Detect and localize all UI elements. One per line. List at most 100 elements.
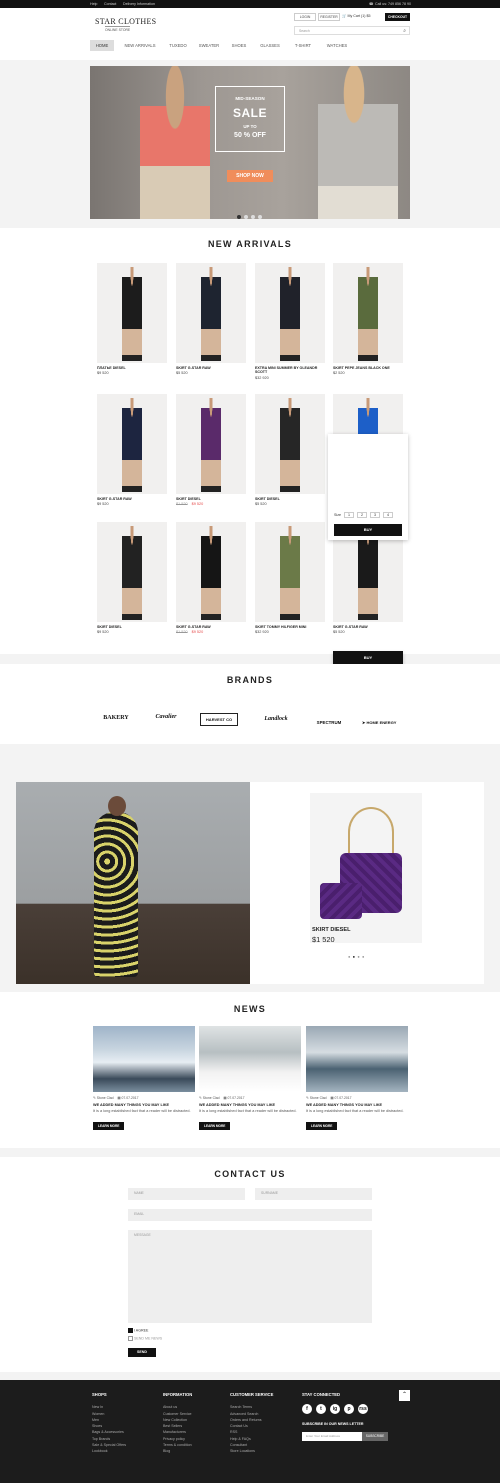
- rss-icon[interactable]: rss: [358, 1404, 368, 1415]
- footer-link[interactable]: Bags & Accessories: [92, 1429, 126, 1435]
- cart-link[interactable]: 🛒 My Cart (1) $5: [342, 14, 370, 18]
- name-field[interactable]: NAME: [128, 1188, 245, 1200]
- news-image[interactable]: [199, 1026, 301, 1092]
- news-image[interactable]: [306, 1026, 408, 1092]
- facebook-icon[interactable]: f: [302, 1404, 312, 1415]
- news-image[interactable]: [93, 1026, 195, 1092]
- logo[interactable]: STAR CLOTHES: [95, 17, 156, 26]
- email-field[interactable]: EMAIL: [128, 1209, 372, 1221]
- buy-button[interactable]: BUY: [334, 524, 402, 536]
- checkout-button[interactable]: CHECKOUT: [385, 13, 410, 21]
- send-button[interactable]: SEND: [128, 1348, 156, 1357]
- nav-shoes[interactable]: SHOES: [228, 40, 250, 51]
- product-card[interactable]: SKIRT DIESEL $9 520: [97, 522, 167, 634]
- product-image[interactable]: [97, 522, 167, 622]
- product-name[interactable]: SKIRT PEPE JEANS BLACK ONE: [333, 366, 403, 370]
- slide-dot[interactable]: ●: [357, 954, 359, 959]
- product-name[interactable]: SKIRT G-STAR RAW: [333, 625, 403, 629]
- product-name[interactable]: SKIRT TOMMY HILFIGER MINI: [255, 625, 325, 629]
- delivery-link[interactable]: Delivery Information: [123, 2, 155, 6]
- nav-new-arrivals[interactable]: NEW ARRIVALS: [120, 40, 160, 51]
- slide-dot[interactable]: [237, 215, 241, 219]
- product-name[interactable]: SKIRT DIESEL: [97, 625, 167, 629]
- product-card[interactable]: SKIRT PEPE JEANS BLACK ONE $2 520: [333, 263, 403, 375]
- surname-field[interactable]: SURNAME: [255, 1188, 372, 1200]
- slide-dot[interactable]: ●: [348, 954, 350, 959]
- news-headline[interactable]: WE ADDED MANY THINGS YOU MAY LIKE: [199, 1103, 301, 1107]
- product-name[interactable]: ПЛАТЬЕ DIESEL: [97, 366, 167, 370]
- news-headline[interactable]: WE ADDED MANY THINGS YOU MAY LIKE: [306, 1103, 408, 1107]
- product-image[interactable]: [310, 793, 422, 943]
- nav-home[interactable]: HOME: [90, 40, 114, 51]
- product-name[interactable]: SKIRT G-STAR RAW: [176, 366, 246, 370]
- news-headline[interactable]: WE ADDED MANY THINGS YOU MAY LIKE: [93, 1103, 195, 1107]
- contact-link[interactable]: Contact: [104, 2, 116, 6]
- product-card[interactable]: SKIRT G-STAR RAW $1 520 $9 520: [176, 522, 246, 634]
- buy-button[interactable]: BUY: [333, 651, 403, 665]
- brand-logo[interactable]: Landlock: [256, 716, 296, 722]
- search-icon[interactable]: ⌕: [403, 28, 406, 34]
- back-to-top-icon[interactable]: ⌃: [399, 1390, 410, 1401]
- product-card[interactable]: SKIRT DIESEL $5 520: [255, 394, 325, 506]
- product-name[interactable]: EXTRA MINI SUMMER BY OLEANDR SCOTT: [255, 366, 325, 375]
- nav-tshirt[interactable]: T-SHIRT: [290, 40, 316, 51]
- help-link[interactable]: Help: [90, 2, 97, 6]
- nav-tuxedo[interactable]: TUXEDO: [166, 40, 190, 51]
- product-card[interactable]: SKIRT G-STAR RAW $9 520: [97, 394, 167, 506]
- slide-dot[interactable]: [251, 215, 255, 219]
- nav-glasses[interactable]: GLASSES: [256, 40, 284, 51]
- product-card[interactable]: ПЛАТЬЕ DIESEL $9 520: [97, 263, 167, 375]
- size-option[interactable]: 1: [344, 512, 354, 518]
- product-image[interactable]: [97, 263, 167, 363]
- search-input[interactable]: Search ⌕: [294, 26, 410, 35]
- newsletter-email-input[interactable]: Enter Your Email Address: [302, 1431, 362, 1441]
- nav-watches[interactable]: WATCHES: [322, 40, 352, 51]
- product-card[interactable]: SKIRT DIESEL $1 520 $9 520: [176, 394, 246, 506]
- brand-logo[interactable]: SPECTRUM: [310, 720, 348, 725]
- learn-more-button[interactable]: LEARN MORE: [306, 1121, 338, 1130]
- product-card[interactable]: EXTRA MINI SUMMER BY OLEANDR SCOTT $32 92…: [255, 263, 325, 380]
- size-option[interactable]: 2: [357, 512, 367, 518]
- register-button[interactable]: REGISTER: [318, 13, 340, 21]
- brand-logo[interactable]: Cavalier: [148, 714, 184, 720]
- footer-link[interactable]: Store Locations: [230, 1448, 273, 1454]
- slide-dot[interactable]: [258, 215, 262, 219]
- agree-checkbox[interactable]: I AGREE: [128, 1328, 148, 1333]
- message-field[interactable]: MESSAGE: [128, 1230, 372, 1323]
- product-image[interactable]: [255, 263, 325, 363]
- product-image[interactable]: [255, 394, 325, 494]
- learn-more-button[interactable]: LEARN MORE: [93, 1121, 125, 1130]
- instagram-icon[interactable]: ig: [330, 1404, 340, 1415]
- slide-dot[interactable]: ●: [353, 954, 355, 959]
- product-image[interactable]: [97, 394, 167, 494]
- size-option[interactable]: 3: [370, 512, 380, 518]
- footer-link[interactable]: Lookbook: [92, 1448, 126, 1454]
- footer-link[interactable]: Blog: [163, 1448, 192, 1454]
- brand-logo[interactable]: HARVEST CO: [200, 713, 238, 726]
- twitter-icon[interactable]: t: [316, 1404, 326, 1415]
- product-card[interactable]: SKIRT G-STAR RAW $5 520: [176, 263, 246, 375]
- slide-dot[interactable]: [244, 215, 248, 219]
- product-name[interactable]: SKIRT G-STAR RAW: [97, 497, 167, 501]
- product-name[interactable]: SKIRT DIESEL: [176, 497, 246, 501]
- subscribe-button[interactable]: SUBSCRIBE: [362, 1431, 388, 1441]
- pinterest-icon[interactable]: p: [344, 1404, 354, 1415]
- nav-sweater[interactable]: SWEATER: [196, 40, 222, 51]
- size-option[interactable]: 4: [383, 512, 393, 518]
- product-card[interactable]: SKIRT TOMMY HILFIGER MINI $32 920: [255, 522, 325, 634]
- product-image[interactable]: [176, 522, 246, 622]
- feature-product-name[interactable]: SKIRT DIESEL: [312, 927, 351, 933]
- product-name[interactable]: SKIRT DIESEL: [255, 497, 325, 501]
- product-image[interactable]: [176, 394, 246, 494]
- footer-link[interactable]: Customer Service: [163, 1411, 192, 1417]
- brand-logo[interactable]: ➤ HOME ENERGY: [362, 720, 402, 725]
- learn-more-button[interactable]: LEARN MORE: [199, 1121, 231, 1130]
- shop-now-button[interactable]: SHOP NOW: [227, 170, 273, 182]
- product-image[interactable]: [255, 522, 325, 622]
- slide-dot[interactable]: ●: [362, 954, 364, 959]
- login-button[interactable]: LOGIN: [294, 13, 316, 21]
- news-checkbox[interactable]: SEND ME NEWS: [128, 1336, 162, 1341]
- brand-logo[interactable]: BAKERY: [98, 715, 134, 721]
- product-image[interactable]: [176, 263, 246, 363]
- product-image[interactable]: [333, 263, 403, 363]
